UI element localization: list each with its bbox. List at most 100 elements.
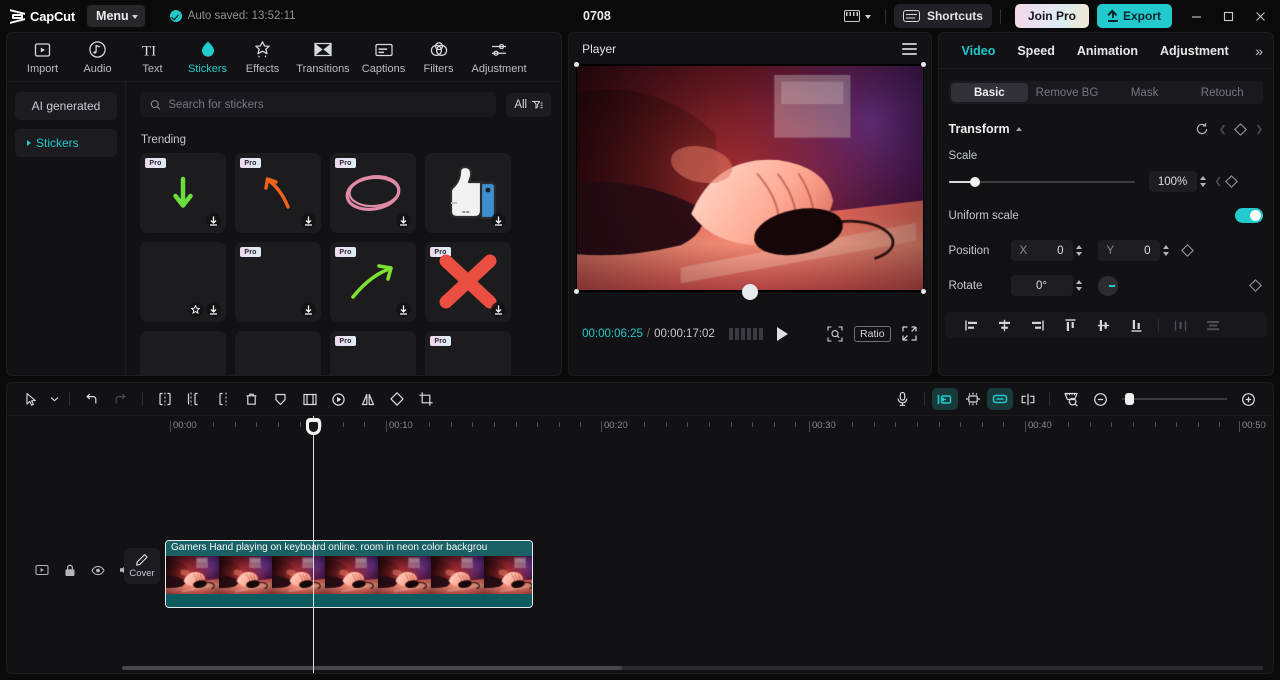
download-icon[interactable]	[491, 213, 506, 228]
filter-button[interactable]: All	[506, 92, 552, 117]
download-icon[interactable]	[396, 213, 411, 228]
blank-sticker-4[interactable]	[235, 331, 321, 375]
chevron-up-icon[interactable]	[1015, 127, 1022, 131]
selection-handle-br[interactable]	[920, 289, 926, 294]
zoom-in-icon[interactable]	[1234, 386, 1263, 412]
tab-video[interactable]: Video	[951, 34, 1007, 68]
delete-icon[interactable]	[237, 386, 266, 412]
uniform-scale-toggle[interactable]	[1235, 208, 1263, 223]
scale-slider[interactable]	[948, 175, 1135, 189]
search-input-wrapper[interactable]	[140, 92, 497, 117]
zoom-to-fit-icon[interactable]	[1057, 386, 1086, 412]
tab-adjustment[interactable]: Adjustment	[1149, 34, 1240, 68]
library-tab-stickers[interactable]: Stickers	[180, 35, 235, 80]
align-bottom-icon[interactable]	[1120, 312, 1153, 338]
search-input[interactable]	[168, 98, 487, 111]
green-up-arrow-sticker[interactable]: Pro	[330, 242, 416, 322]
crop-frame-icon[interactable]	[295, 386, 324, 412]
crop-icon[interactable]	[411, 386, 440, 412]
video-clip[interactable]: Gamers Hand playing on keyboard online. …	[165, 540, 533, 608]
zoom-out-icon[interactable]	[1086, 386, 1115, 412]
track-preview-icon[interactable]	[35, 563, 49, 577]
minimize-button[interactable]	[1180, 1, 1212, 31]
align-top-icon[interactable]	[1054, 312, 1087, 338]
tool-dropdown-icon[interactable]	[46, 386, 62, 412]
timeline-hscrollbar[interactable]	[122, 666, 1263, 670]
download-icon[interactable]	[301, 302, 316, 317]
snap-to-start-icon[interactable]	[932, 388, 958, 410]
tab-speed[interactable]: Speed	[1006, 34, 1066, 68]
cover-button[interactable]: Cover	[124, 548, 160, 584]
trim-right-icon[interactable]	[208, 386, 237, 412]
fullscreen-icon[interactable]	[901, 326, 917, 341]
keyboard-layout-button[interactable]	[838, 10, 877, 22]
blank-sticker-6[interactable]: Pro	[425, 331, 511, 375]
export-button[interactable]: Export	[1096, 4, 1172, 28]
play-button[interactable]	[776, 326, 788, 341]
blank-sticker-5[interactable]: Pro	[330, 331, 416, 375]
scale-keyframe-icon[interactable]	[1225, 175, 1238, 188]
reset-icon[interactable]	[1195, 122, 1209, 136]
download-icon[interactable]	[396, 302, 411, 317]
pink-circle-scribble-sticker[interactable]: Pro	[330, 153, 416, 233]
rotate-dial[interactable]	[1097, 275, 1118, 296]
shortcuts-button[interactable]: Shortcuts	[893, 4, 992, 28]
scale-stepper[interactable]	[1197, 171, 1209, 192]
undo-icon[interactable]	[77, 386, 106, 412]
rotate-value[interactable]: 0°	[1010, 275, 1073, 296]
split-marker-icon[interactable]	[1013, 386, 1042, 412]
blank-sticker-2[interactable]: Pro	[235, 242, 321, 322]
align-center-horizontal-icon[interactable]	[988, 312, 1021, 338]
lock-icon[interactable]	[63, 563, 77, 577]
freeze-icon[interactable]	[266, 386, 295, 412]
rotate-handle[interactable]	[741, 284, 758, 300]
zoom-fit-icon[interactable]	[827, 325, 843, 342]
library-tab-captions[interactable]: Captions	[356, 35, 411, 80]
align-middle-vertical-icon[interactable]	[1087, 312, 1120, 338]
hamburger-icon[interactable]	[901, 42, 917, 55]
library-tab-audio[interactable]: Audio	[70, 35, 125, 80]
rotate-stepper[interactable]	[1073, 275, 1085, 296]
rotate-icon[interactable]	[382, 386, 411, 412]
library-tab-adjustment[interactable]: Adjustment	[466, 35, 532, 80]
zoom-slider[interactable]	[1122, 393, 1227, 405]
auto-snap-icon[interactable]	[958, 386, 987, 412]
record-voiceover-icon[interactable]	[888, 386, 917, 412]
download-icon[interactable]	[206, 302, 221, 317]
split-icon[interactable]	[150, 386, 179, 412]
scale-value[interactable]: 100%	[1148, 171, 1197, 192]
subtab-mask[interactable]: Mask	[1106, 83, 1184, 102]
download-icon[interactable]	[301, 213, 316, 228]
align-left-icon[interactable]	[955, 312, 988, 338]
favorite-icon[interactable]	[188, 302, 203, 317]
position-x-stepper[interactable]	[1073, 240, 1085, 261]
library-tab-text[interactable]: TI Text	[125, 35, 180, 80]
align-right-icon[interactable]	[1021, 312, 1054, 338]
thumbs-up-sticker[interactable]	[425, 153, 511, 233]
selection-handle-tr[interactable]	[920, 62, 926, 67]
keyframe-diamond-icon[interactable]	[1234, 122, 1248, 136]
position-x-value[interactable]: 0	[1057, 245, 1063, 257]
timeline-ruler[interactable]: 00:00 00:10 00:20 00:30 00:40 00:50	[7, 416, 1273, 438]
mirror-icon[interactable]	[353, 386, 382, 412]
sidebar-item-stickers[interactable]: Stickers	[15, 129, 117, 157]
keyframe-prev-icon[interactable]: ❮	[1219, 124, 1227, 135]
select-tool-icon[interactable]	[17, 386, 46, 412]
subtab-basic[interactable]: Basic	[950, 83, 1029, 102]
library-tab-transitions[interactable]: Transitions	[290, 35, 356, 80]
position-y-stepper[interactable]	[1160, 240, 1172, 261]
join-pro-button[interactable]: Join Pro	[1014, 4, 1089, 28]
download-icon[interactable]	[491, 302, 506, 317]
blank-sticker-3[interactable]	[140, 331, 226, 375]
green-down-arrow-sticker[interactable]: Pro	[140, 153, 226, 233]
download-icon[interactable]	[206, 213, 221, 228]
rotate-keyframe-icon[interactable]	[1249, 279, 1262, 292]
subtab-remove-bg[interactable]: Remove BG	[1028, 83, 1106, 102]
library-tab-filters[interactable]: Filters	[411, 35, 466, 80]
link-clips-icon[interactable]	[987, 388, 1013, 410]
keyframe-next-icon[interactable]: ❯	[1255, 124, 1263, 135]
playhead-line[interactable]	[313, 438, 314, 673]
reverse-icon[interactable]	[324, 386, 353, 412]
keyframe-prev-icon[interactable]: ❮	[1215, 176, 1223, 187]
close-button[interactable]	[1244, 1, 1276, 31]
